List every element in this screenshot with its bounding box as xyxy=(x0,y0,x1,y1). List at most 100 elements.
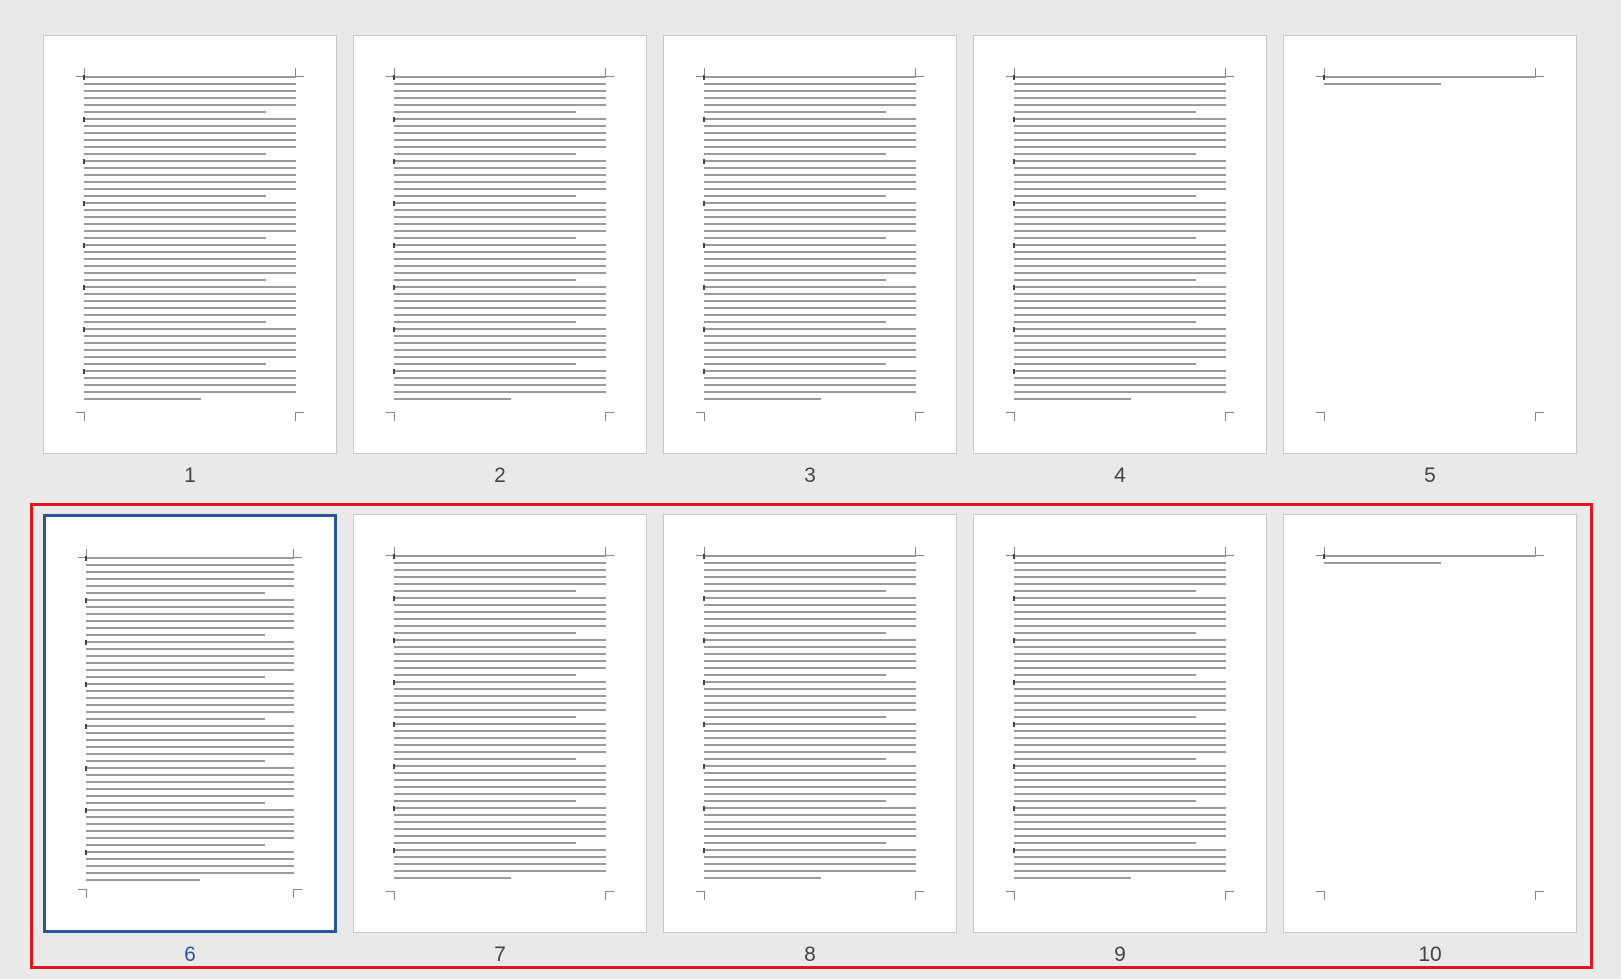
text-line xyxy=(704,321,887,323)
text-line xyxy=(394,209,606,211)
text-line xyxy=(84,377,296,379)
page-thumbnail-3[interactable] xyxy=(663,35,957,454)
text-line xyxy=(1014,251,1226,253)
margin-corner-mark xyxy=(1225,891,1234,900)
text-line xyxy=(394,321,577,323)
page-thumbnail-1[interactable] xyxy=(43,35,337,454)
text-line xyxy=(704,758,887,760)
text-line xyxy=(704,125,916,127)
text-line xyxy=(394,590,577,592)
page-thumbnail-7[interactable] xyxy=(353,514,647,933)
text-line xyxy=(394,342,606,344)
page-text-preview xyxy=(84,76,296,413)
text-line xyxy=(1014,737,1226,739)
text-line xyxy=(86,620,294,622)
page-thumbnail-4[interactable] xyxy=(973,35,1267,454)
text-line xyxy=(84,314,296,316)
text-line xyxy=(1014,702,1226,704)
text-line xyxy=(704,793,916,795)
text-line xyxy=(704,639,916,641)
text-line xyxy=(704,835,916,837)
text-line xyxy=(704,569,916,571)
text-line xyxy=(704,828,916,830)
text-line xyxy=(1014,279,1197,281)
text-line xyxy=(704,97,916,99)
text-line xyxy=(1014,877,1131,879)
text-line xyxy=(86,753,294,755)
text-line xyxy=(704,279,887,281)
text-line xyxy=(394,877,511,879)
text-line xyxy=(704,223,916,225)
text-line xyxy=(704,660,916,662)
page-thumbnail-6[interactable] xyxy=(43,514,337,933)
text-line xyxy=(84,104,296,106)
text-line xyxy=(1014,321,1197,323)
text-line xyxy=(394,688,606,690)
text-line xyxy=(704,230,916,232)
text-line xyxy=(394,772,606,774)
text-line xyxy=(1014,398,1131,400)
text-line xyxy=(704,370,916,372)
text-line xyxy=(704,814,916,816)
page-thumbnail-10[interactable] xyxy=(1283,514,1577,933)
text-line xyxy=(1014,632,1197,634)
text-line xyxy=(394,653,606,655)
text-line xyxy=(704,356,916,358)
page-thumbnail-8[interactable] xyxy=(663,514,957,933)
text-line xyxy=(86,872,294,874)
text-line xyxy=(394,779,606,781)
text-line xyxy=(1014,639,1226,641)
text-line xyxy=(1014,723,1226,725)
text-line xyxy=(1014,849,1226,851)
text-line xyxy=(394,765,606,767)
text-line xyxy=(394,279,577,281)
page-thumbnail-5[interactable] xyxy=(1283,35,1577,454)
text-line xyxy=(84,363,267,365)
text-line xyxy=(86,837,294,839)
text-line xyxy=(1014,160,1226,162)
text-line xyxy=(1014,625,1226,627)
text-line xyxy=(394,695,606,697)
text-line xyxy=(84,125,296,127)
text-line xyxy=(394,807,606,809)
margin-corner-mark xyxy=(696,891,705,900)
text-line xyxy=(704,244,916,246)
text-line xyxy=(394,814,606,816)
page-thumbnail-9[interactable] xyxy=(973,514,1267,933)
text-line xyxy=(394,660,606,662)
text-line xyxy=(84,153,267,155)
text-line xyxy=(1014,786,1226,788)
margin-corner-mark xyxy=(1225,547,1234,556)
page-text-preview xyxy=(394,76,606,413)
text-line xyxy=(394,237,577,239)
text-line xyxy=(1014,314,1226,316)
text-line xyxy=(704,209,916,211)
text-line xyxy=(1014,835,1226,837)
text-line xyxy=(394,800,577,802)
page-thumbnail-2[interactable] xyxy=(353,35,647,454)
text-line xyxy=(1014,384,1226,386)
text-line xyxy=(1014,653,1226,655)
text-line xyxy=(84,349,296,351)
page-text-preview xyxy=(394,555,606,892)
text-line xyxy=(1014,209,1226,211)
margin-corner-mark xyxy=(1535,412,1544,421)
text-line xyxy=(1014,667,1226,669)
text-line xyxy=(1014,576,1226,578)
text-line xyxy=(394,223,606,225)
text-line xyxy=(394,167,606,169)
text-line xyxy=(394,625,606,627)
text-line xyxy=(84,230,296,232)
text-line xyxy=(86,851,294,853)
text-line xyxy=(84,111,267,113)
margin-corner-mark xyxy=(915,547,924,556)
text-line xyxy=(1014,590,1197,592)
page-number-label: 7 xyxy=(494,943,506,966)
text-line xyxy=(394,76,606,78)
text-line xyxy=(1014,800,1197,802)
text-line xyxy=(394,258,606,260)
text-line xyxy=(84,167,296,169)
margin-corner-mark xyxy=(915,891,924,900)
text-line xyxy=(1014,111,1197,113)
text-line xyxy=(704,786,916,788)
